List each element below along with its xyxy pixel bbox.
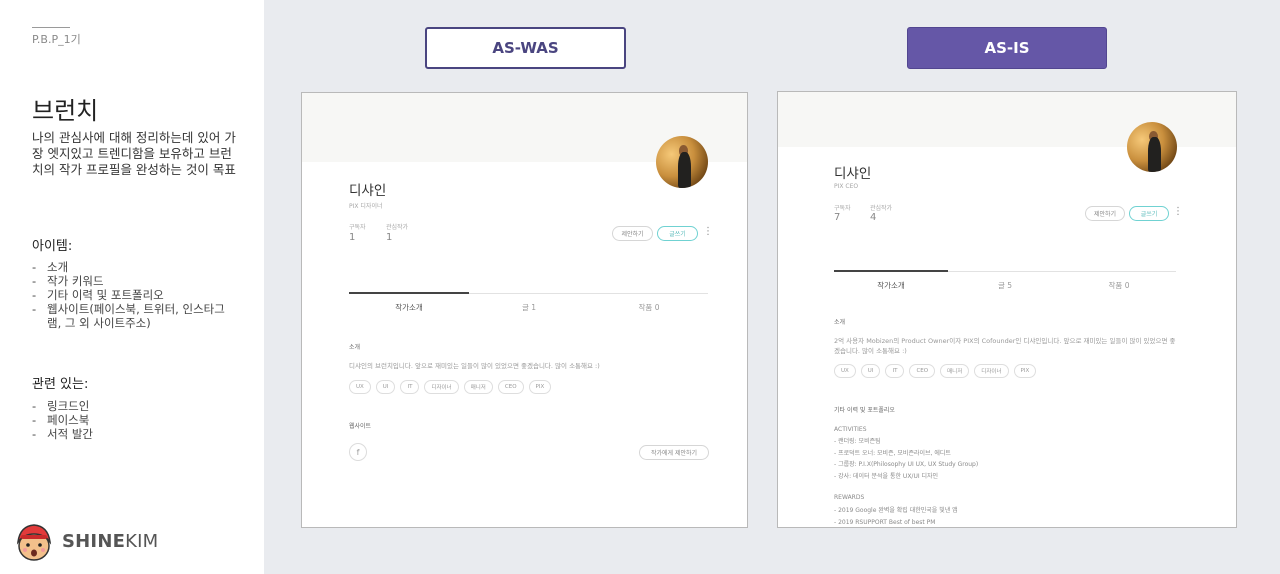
activities-list: - 랜더링: 모비즌팀 - 프로덕트 오너: 모비즌, 모비즌라이브, 에디트 … bbox=[834, 436, 978, 482]
keyword-tag[interactable]: UI bbox=[375, 380, 396, 394]
list-item: 페이스북 bbox=[32, 413, 232, 427]
page-title: 브런치 bbox=[32, 97, 99, 125]
suggest-button[interactable]: 제안하기 bbox=[1085, 206, 1125, 221]
tab-works[interactable]: 작품 0 bbox=[589, 302, 709, 313]
suggest-author-button[interactable]: 작가에게 제안하기 bbox=[639, 445, 709, 460]
keyword-tag[interactable]: UX bbox=[834, 364, 856, 378]
tab-indicator bbox=[834, 270, 948, 272]
asis-label: AS-IS bbox=[907, 27, 1107, 69]
aswas-label: AS-WAS bbox=[425, 27, 626, 69]
author-role: PIX 디자이너 bbox=[349, 203, 383, 210]
rewards-heading: REWARDS bbox=[834, 494, 865, 501]
list-item: 소개 bbox=[32, 260, 232, 274]
divider bbox=[32, 27, 70, 28]
asis-screenshot: 디샤인 PIX CEO 구독자 7 관심작가 4 제안하기 글쓰기 ⋮ 작가소개… bbox=[777, 91, 1237, 528]
list-item: 서적 발간 bbox=[32, 427, 232, 441]
list-item: - 랜더링: 모비즌팀 bbox=[834, 438, 881, 445]
keyword-tags: UX UI IT CEO 매니저 디자이너 PIX bbox=[834, 364, 1037, 378]
tab-works[interactable]: 작품 0 bbox=[1062, 280, 1176, 291]
author-name: 디샤인 bbox=[834, 166, 872, 182]
list-item: 링크드인 bbox=[32, 399, 232, 413]
left-panel: P.B.P_1기 브런치 나의 관심사에 대해 정리하는데 있어 가장 엣지있고… bbox=[0, 0, 264, 574]
write-button[interactable]: 글쓰기 bbox=[657, 226, 698, 241]
website-heading: 웹사이트 bbox=[349, 423, 372, 430]
interest-count[interactable]: 1 bbox=[386, 232, 392, 243]
intro-heading: 소개 bbox=[349, 344, 361, 351]
interest-label: 관심작가 bbox=[870, 205, 893, 212]
list-item: 작가 키워드 bbox=[32, 274, 232, 288]
list-item: - 그룹장: P.I.X(Philosophy UI UX, UX Study … bbox=[834, 461, 979, 468]
keyword-tag[interactable]: IT bbox=[885, 364, 905, 378]
author-name: 디샤인 bbox=[349, 183, 387, 199]
intro-text: 디샤인의 브런치입니다. 앞으로 재미있는 일들이 많이 있었으면 좋겠습니다.… bbox=[349, 362, 600, 370]
brand-name: SHINEKIM bbox=[62, 531, 158, 552]
brand-name-light: KIM bbox=[125, 530, 159, 552]
facebook-icon[interactable]: f bbox=[349, 443, 367, 461]
tab-indicator bbox=[349, 292, 469, 294]
rewards-list: - 2019 Google 완벽을 확립 대한민국을 빛낸 앱 - 2019 R… bbox=[834, 505, 958, 527]
subscribers-count[interactable]: 7 bbox=[834, 212, 840, 223]
subscribers-label: 구독자 bbox=[834, 205, 851, 212]
related-heading: 관련 있는: bbox=[32, 377, 89, 392]
mascot-face-icon bbox=[14, 520, 54, 562]
list-item: 기타 이력 및 포트폴리오 bbox=[32, 288, 232, 302]
more-options-icon[interactable]: ⋮ bbox=[703, 226, 713, 237]
keyword-tag[interactable]: 매니저 bbox=[463, 380, 493, 394]
page-description: 나의 관심사에 대해 정리하는데 있어 가장 엣지있고 트렌디함을 보유하고 브… bbox=[32, 130, 236, 177]
author-role: PIX CEO bbox=[834, 183, 859, 190]
related-list: 링크드인 페이스북 서적 발간 bbox=[32, 399, 232, 441]
tab-posts[interactable]: 글 1 bbox=[469, 302, 589, 313]
more-options-icon[interactable]: ⋮ bbox=[1173, 206, 1183, 217]
list-item: 웹사이트(페이스북, 트위터, 인스타그램, 그 외 사이트주소) bbox=[32, 302, 232, 330]
interest-label: 관심작가 bbox=[386, 224, 409, 231]
keyword-tag[interactable]: PIX bbox=[528, 380, 552, 394]
subscribers-count[interactable]: 1 bbox=[349, 232, 355, 243]
list-item: - 프로덕트 오너: 모비즌, 모비즌라이브, 에디트 bbox=[834, 449, 951, 457]
keyword-tag[interactable]: 매니저 bbox=[940, 364, 970, 378]
list-item: - 2019 Google 완벽을 확립 대한민국을 빛낸 앱 bbox=[834, 507, 958, 514]
tab-author-intro[interactable]: 작가소개 bbox=[349, 302, 469, 313]
keyword-tag[interactable]: 디자이너 bbox=[424, 380, 459, 394]
brand-name-bold: SHINE bbox=[62, 530, 126, 552]
list-item: - 2019 RSUPPORT Best of best PM bbox=[834, 518, 936, 526]
suggest-button[interactable]: 제안하기 bbox=[612, 226, 653, 241]
aswas-screenshot: 디샤인 PIX 디자이너 구독자 1 관심작가 1 제안하기 글쓰기 ⋮ 작가소… bbox=[301, 92, 748, 528]
write-button[interactable]: 글쓰기 bbox=[1129, 206, 1169, 221]
profile-avatar[interactable] bbox=[1127, 122, 1177, 172]
keyword-tag[interactable]: PIX bbox=[1013, 364, 1037, 378]
interest-count[interactable]: 4 bbox=[870, 212, 876, 223]
history-heading: 기타 이력 및 포트폴리오 bbox=[834, 407, 895, 414]
keyword-tag[interactable]: 디자이너 bbox=[974, 364, 1009, 378]
tab-posts[interactable]: 글 5 bbox=[948, 280, 1062, 291]
profile-avatar[interactable] bbox=[656, 136, 708, 188]
keyword-tag[interactable]: CEO bbox=[497, 380, 524, 394]
intro-heading: 소개 bbox=[834, 319, 846, 326]
keyword-tag[interactable]: IT bbox=[400, 380, 420, 394]
keyword-tags: UX UI IT 디자이너 매니저 CEO PIX bbox=[349, 380, 552, 394]
items-heading: 아이템: bbox=[32, 239, 73, 254]
keyword-tag[interactable]: CEO bbox=[909, 364, 936, 378]
items-list: 소개 작가 키워드 기타 이력 및 포트폴리오 웹사이트(페이스북, 트위터, … bbox=[32, 260, 232, 330]
activities-heading: ACTIVITIES bbox=[834, 426, 867, 433]
brand-logo: SHINEKIM bbox=[14, 520, 158, 562]
list-item: - 강사: 데이터 분석을 통한 UX/UI 디자인 bbox=[834, 472, 939, 480]
intro-text: 2억 사용자 Mobizen의 Product Owner이자 PIX의 Cof… bbox=[834, 337, 1176, 355]
series-label: P.B.P_1기 bbox=[32, 33, 81, 46]
keyword-tag[interactable]: UX bbox=[349, 380, 371, 394]
tab-author-intro[interactable]: 작가소개 bbox=[834, 280, 948, 291]
subscribers-label: 구독자 bbox=[349, 224, 366, 231]
keyword-tag[interactable]: UI bbox=[860, 364, 881, 378]
